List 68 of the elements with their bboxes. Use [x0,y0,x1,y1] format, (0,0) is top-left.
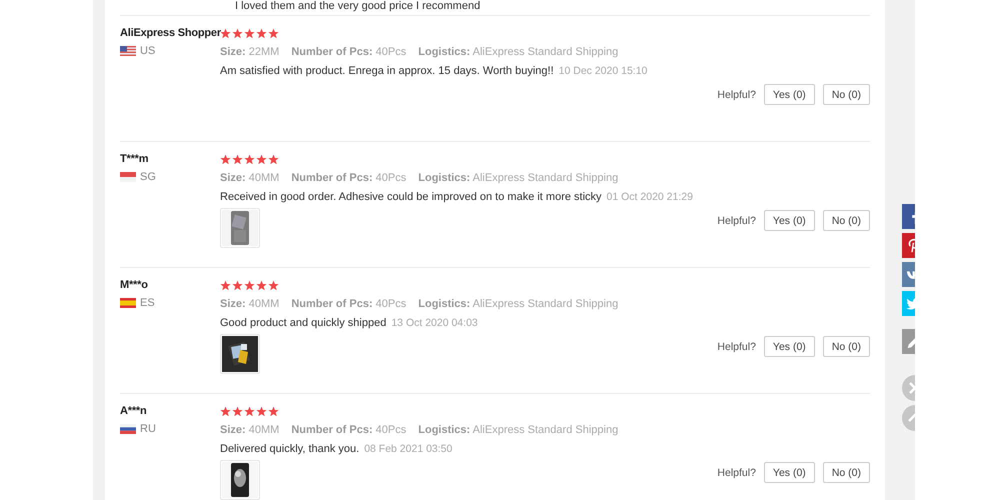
flag-icon [120,172,136,182]
star-icon [256,154,267,165]
yes-vote-button[interactable]: Yes (0) [764,462,815,483]
star-icon [232,280,243,291]
order-attribute: Size: 40MM [220,298,280,310]
review-date: 08 Feb 2021 03:50 [364,443,452,455]
no-vote-button[interactable]: No (0) [822,462,870,483]
review-date: 01 Oct 2020 21:29 [606,191,693,203]
star-icon [268,406,279,417]
order-attribute: Number of Pcs: 40Pcs [291,172,406,184]
no-vote-button[interactable]: No (0) [822,336,870,357]
reviewer-name: A***n [120,405,147,417]
yes-vote-button[interactable]: Yes (0) [764,336,815,357]
helpful-label: Helpful? [717,88,756,100]
country-code: ES [140,297,155,309]
order-attribute: Logistics: AliExpress Standard Shipping [418,46,618,58]
review-text: Good product and quickly shipped [220,317,386,329]
review-text: Delivered quickly, thank you. [220,443,360,455]
star-icon [268,28,279,39]
star-icon [268,154,279,165]
review-text: I loved them and the very good price I recommend [235,0,480,12]
star-icon [244,154,255,165]
order-attribute: Logistics: AliExpress Standard Shipping [418,424,618,436]
flag-icon [120,298,136,308]
star-icon [232,154,243,165]
star-icon [256,28,267,39]
star-icon [244,280,255,291]
flag-icon [120,424,136,434]
star-icon [220,154,231,165]
no-vote-button[interactable]: No (0) [822,84,870,105]
flag-icon [120,46,136,56]
reviewer-name: T***m [120,153,148,165]
order-attribute: Number of Pcs: 40Pcs [291,46,406,58]
photo-thumbnail[interactable] [220,334,260,374]
order-attribute: Logistics: AliExpress Standard Shipping [418,172,618,184]
order-attribute: Size: 22MM [220,46,280,58]
yes-vote-button[interactable]: Yes (0) [764,84,815,105]
order-attribute: Number of Pcs: 40Pcs [291,298,406,310]
country-code: SG [140,171,156,183]
order-attribute: Number of Pcs: 40Pcs [291,424,406,436]
yes-vote-button[interactable]: Yes (0) [764,210,815,231]
helpful-label: Helpful? [717,340,756,352]
star-icon [232,28,243,39]
star-icon [220,28,231,39]
order-attribute: Size: 40MM [220,172,280,184]
order-attribute: Size: 40MM [220,424,280,436]
photo-thumbnail[interactable] [220,460,260,500]
no-vote-button[interactable]: No (0) [822,210,870,231]
helpful-label: Helpful? [717,214,756,226]
star-icon [268,280,279,291]
helpful-label: Helpful? [717,466,756,478]
photo-thumbnail[interactable] [220,208,260,248]
star-icon [220,406,231,417]
star-icon [244,28,255,39]
review-date: 10 Dec 2020 15:10 [558,65,648,77]
review-text: Received in good order. Adhesive could be improved on to make it more sticky [220,191,602,203]
star-icon [220,280,231,291]
review-date: 13 Oct 2020 04:03 [391,317,478,329]
review-text: Am satisfied with product. Enrega in approx. 15 days. Worth buying!! [220,65,554,77]
country-code: RU [140,423,156,435]
country-code: US [140,45,156,57]
star-icon [232,406,243,417]
reviewer-name: M***o [120,279,148,291]
order-attribute: Logistics: AliExpress Standard Shipping [418,298,618,310]
star-icon [256,280,267,291]
star-icon [256,406,267,417]
star-icon [244,406,255,417]
reviewer-name: AliExpress Shopper [120,27,221,39]
